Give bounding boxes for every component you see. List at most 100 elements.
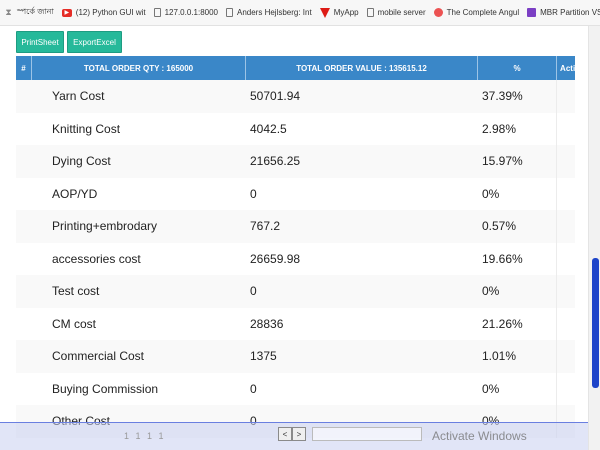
table-row: Dying Cost 21656.25 15.97%	[16, 145, 575, 178]
table-body: Yarn Cost 50701.94 37.39% Knitting Cost 4042…	[16, 80, 575, 438]
bookmark-item[interactable]: Anders Hejlsberg: Int	[222, 0, 316, 25]
cost-name-cell: CM cost	[52, 316, 97, 331]
cost-value-cell: 50701.94	[250, 89, 301, 104]
bookmark-label: MyApp	[333, 8, 359, 17]
bookmark-label: Anders Hejlsberg: Int	[237, 8, 312, 17]
cost-percent-cell: 19.66%	[478, 242, 557, 275]
action-cell	[557, 275, 575, 308]
page-icon	[366, 8, 374, 17]
table-row: Printing+embrodary 767.2 0.57%	[16, 210, 575, 243]
row-index-cell	[16, 113, 32, 146]
bookmark-item[interactable]: mobile server	[363, 0, 430, 25]
cost-name-cell: Test cost	[52, 284, 100, 299]
pager-text: 1 1 1 1	[124, 431, 166, 441]
cost-value-cell: 0	[250, 284, 257, 299]
action-cell	[557, 145, 575, 178]
header-action: Action	[560, 63, 585, 73]
table-row: Buying Commission 0 0%	[16, 372, 575, 406]
header-total-order-qty: TOTAL ORDER QTY : 165000	[32, 56, 246, 80]
table-row: Knitting Cost 4042.5 2.98%	[16, 112, 575, 146]
cost-percent-cell: 0.57%	[478, 210, 557, 243]
cost-value-cell: 26659.98	[250, 251, 301, 266]
horizontal-scroll-buttons: < >	[278, 427, 306, 441]
bookmark-item[interactable]: 127.0.0.1:8000	[150, 0, 222, 25]
scroll-right-button[interactable]: >	[292, 427, 306, 441]
bookmark-item[interactable]: The Complete Angul	[430, 0, 524, 25]
table-row: accessories cost 26659.98 19.66%	[16, 242, 575, 276]
cost-name-cell: Commercial Cost	[52, 349, 145, 364]
cost-value-cell: 0	[250, 186, 257, 201]
bookmark-label: mobile server	[377, 8, 426, 17]
cost-percent-cell: 0%	[478, 177, 557, 210]
action-cell	[557, 243, 575, 276]
bookmark-item[interactable]: ⧗ স্পর্কে জানা	[0, 0, 58, 25]
cost-value-cell: 4042.5	[250, 121, 287, 136]
horizontal-scroll-track[interactable]	[312, 427, 422, 441]
bookmark-label: 127.0.0.1:8000	[164, 8, 218, 17]
bookmark-label: (12) Python GUI wit	[75, 8, 146, 17]
bookmark-item[interactable]: MBR Partition VS GP	[523, 0, 600, 25]
hourglass-icon: ⧗	[5, 7, 12, 17]
cost-value-cell: 767.2	[250, 219, 281, 234]
bookmark-label: The Complete Angul	[446, 8, 520, 17]
scrollbar-thumb[interactable]	[592, 258, 599, 388]
page-icon	[226, 8, 233, 17]
bookmark-item[interactable]: MyApp	[316, 0, 363, 25]
cost-name-cell: Buying Commission	[52, 381, 159, 396]
cost-percent-cell: 0%	[478, 275, 557, 308]
activate-windows-watermark: Activate Windows	[432, 429, 527, 443]
vertical-scrollbar[interactable]	[588, 26, 600, 450]
cost-percent-cell: 15.97%	[478, 145, 557, 178]
row-index-cell	[16, 80, 32, 113]
cost-name-cell: AOP/YD	[52, 186, 98, 201]
bookmark-item[interactable]: ▶ (12) Python GUI wit	[58, 0, 150, 25]
cost-value-cell: 1375	[250, 349, 277, 364]
cost-summary-table: # TOTAL ORDER QTY : 165000 TOTAL ORDER V…	[16, 56, 585, 438]
action-cell	[557, 373, 575, 406]
cost-percent-cell: 1.01%	[478, 340, 557, 373]
table-row: CM cost 28836 21.26%	[16, 307, 575, 341]
table-header: # TOTAL ORDER QTY : 165000 TOTAL ORDER V…	[16, 56, 585, 80]
row-index-cell	[16, 145, 32, 178]
action-cell	[557, 308, 575, 341]
bookmark-label: MBR Partition VS GP	[540, 8, 600, 17]
row-index-cell	[16, 308, 32, 341]
cost-percent-cell: 2.98%	[478, 112, 557, 145]
header-total-order-value: TOTAL ORDER VALUE : 135615.12	[246, 56, 478, 80]
row-index-cell	[16, 210, 32, 243]
udemy-icon	[433, 8, 443, 17]
table-row: AOP/YD 0 0%	[16, 177, 575, 211]
bookmarks-bar: ⧗ স্পর্কে জানা ▶ (12) Python GUI wit 127.0.0…	[0, 0, 600, 26]
table-row: Test cost 0 0%	[16, 275, 575, 308]
table-row: Commercial Cost 1375 1.01%	[16, 340, 575, 373]
cost-name-cell: accessories cost	[52, 251, 141, 266]
action-cell	[557, 113, 575, 146]
action-cell	[557, 210, 575, 243]
table-row: Yarn Cost 50701.94 37.39%	[16, 80, 575, 113]
cost-percent-cell: 0%	[478, 372, 557, 405]
partition-icon	[527, 8, 537, 17]
row-index-cell	[16, 275, 32, 308]
row-index-cell	[16, 340, 32, 373]
cost-name-cell: Printing+embrodary	[52, 219, 158, 234]
cost-value-cell: 21656.25	[250, 154, 301, 169]
header-percent: %	[478, 56, 557, 80]
row-index-cell	[16, 243, 32, 276]
cost-percent-cell: 37.39%	[478, 80, 557, 113]
action-cell	[557, 80, 575, 113]
cost-percent-cell: 21.26%	[478, 307, 557, 340]
action-cell	[557, 340, 575, 373]
cost-name-cell: Yarn Cost	[52, 89, 105, 104]
cost-name-cell: Knitting Cost	[52, 121, 121, 136]
bookmark-label: স্পর্কে জানা	[17, 7, 54, 16]
print-sheet-button[interactable]: PrintSheet	[16, 31, 64, 53]
scroll-left-button[interactable]: <	[278, 427, 292, 441]
header-index: #	[16, 56, 32, 80]
angular-icon	[319, 7, 330, 18]
cost-name-cell: Dying Cost	[52, 154, 111, 169]
row-index-cell	[16, 178, 32, 211]
action-cell	[557, 178, 575, 211]
export-excel-button[interactable]: ExportExcel	[67, 31, 122, 53]
cost-value-cell: 28836	[250, 316, 284, 331]
youtube-icon: ▶	[61, 8, 72, 17]
